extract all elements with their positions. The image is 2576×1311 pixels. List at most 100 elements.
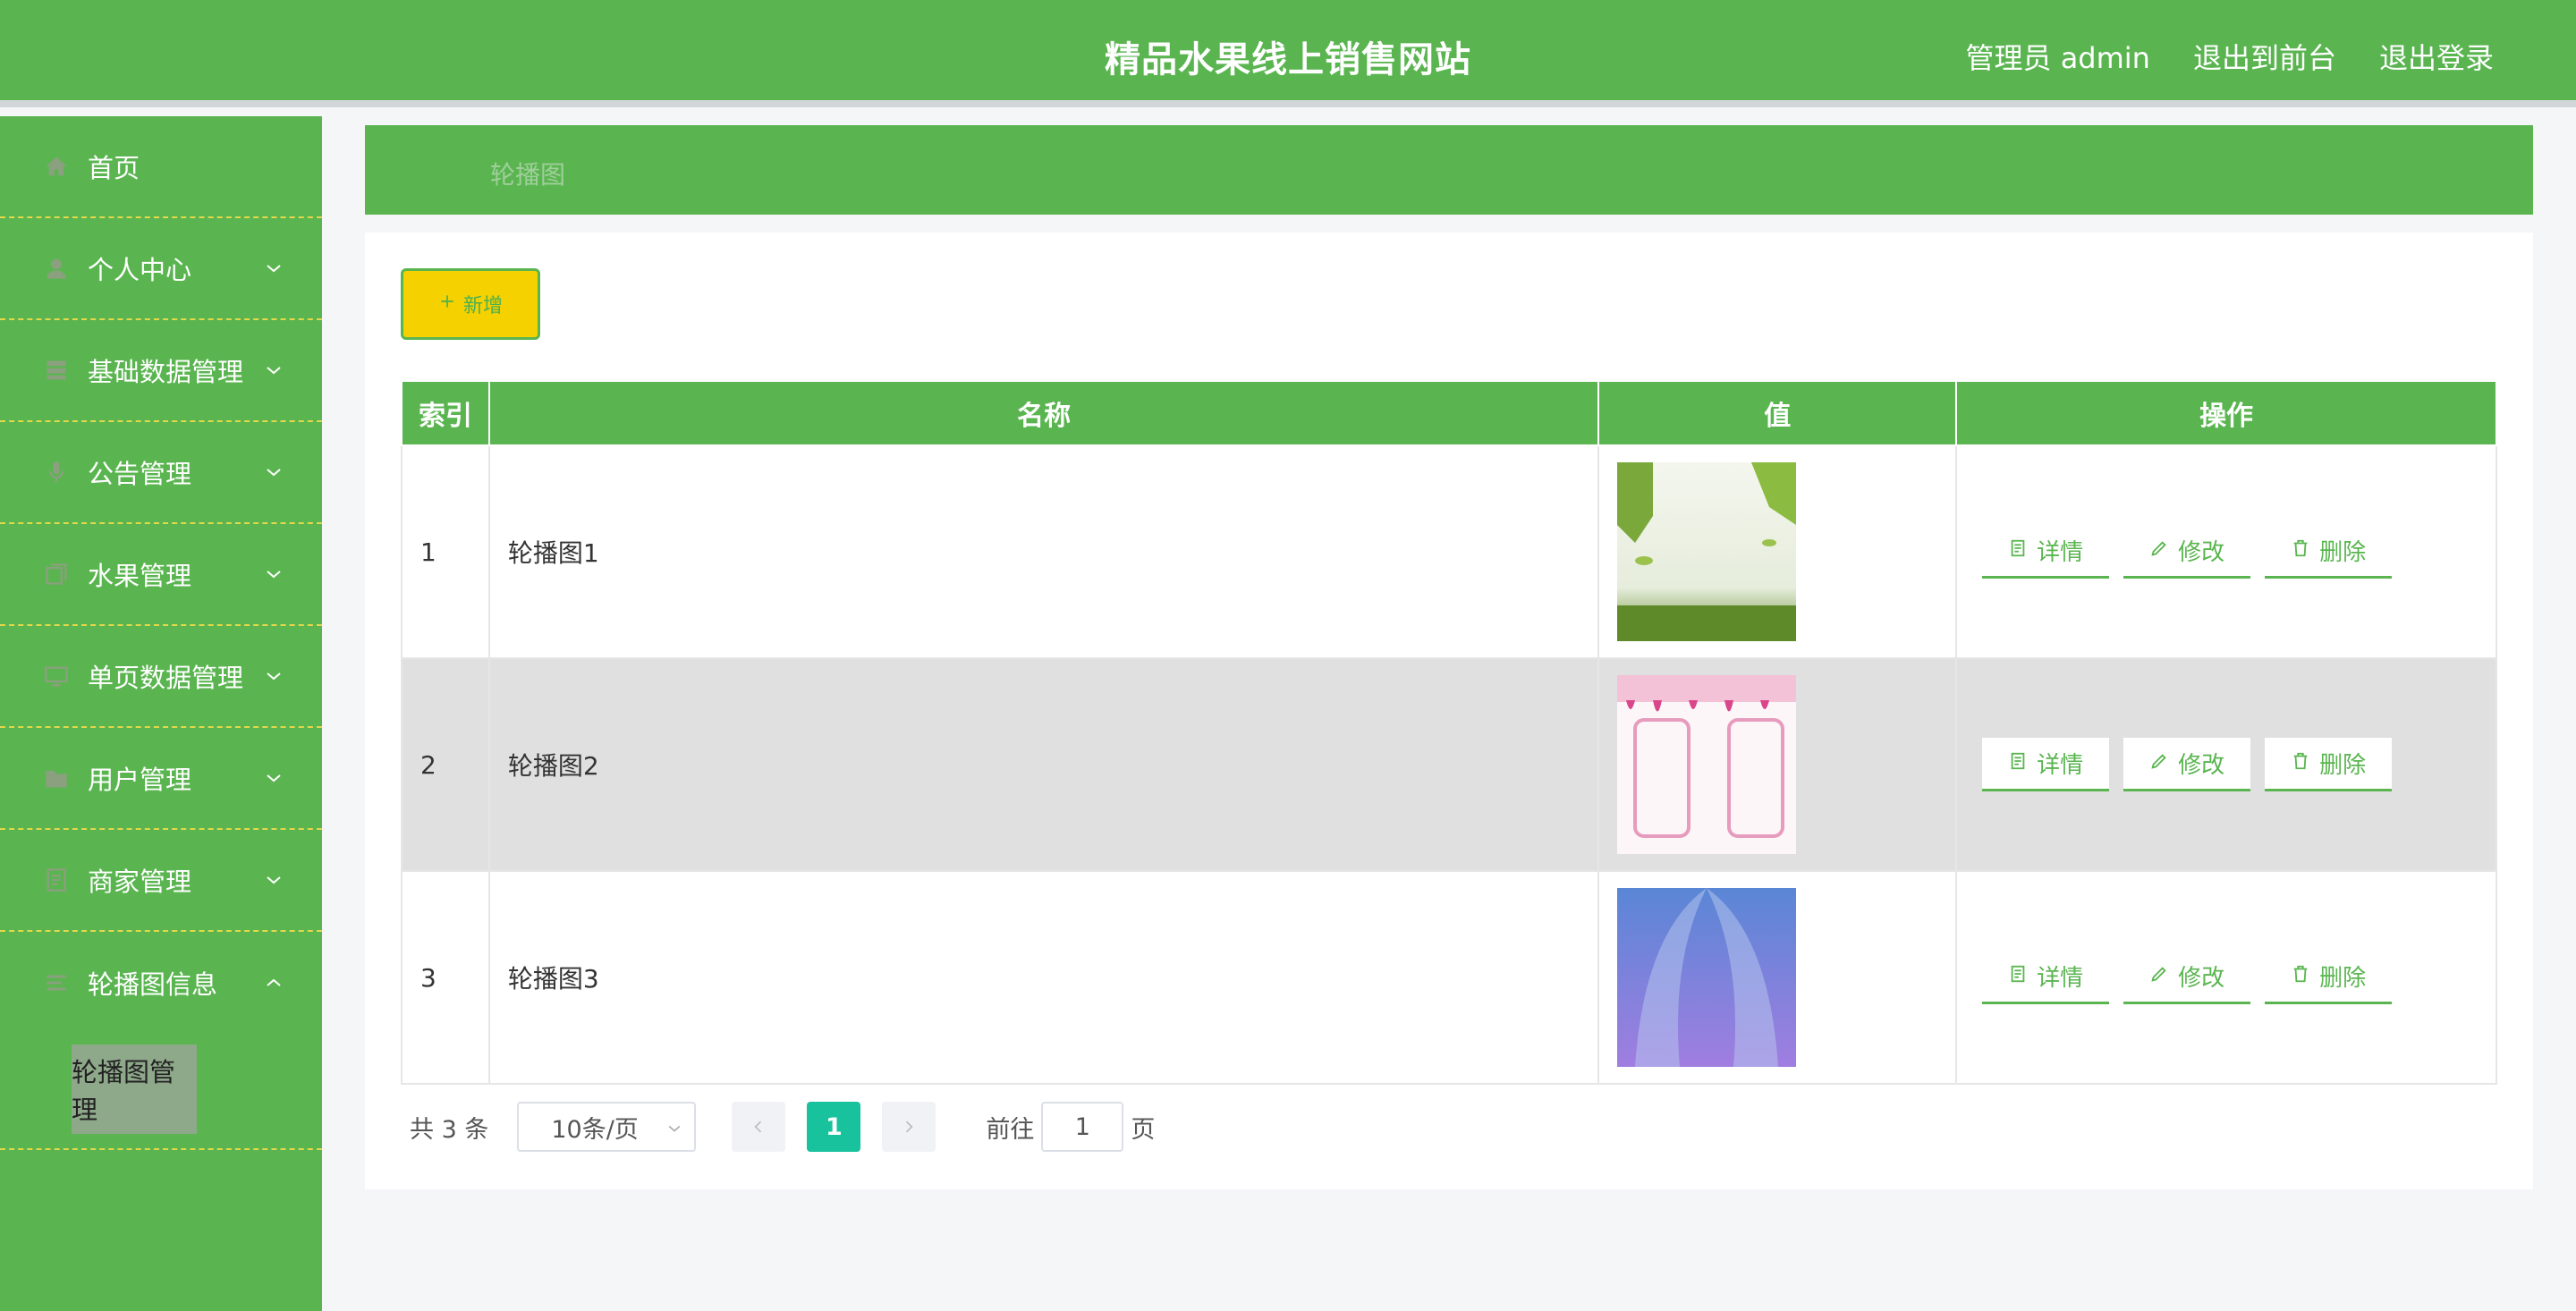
sidebar-item-carousel-info[interactable]: 轮播图信息: [0, 932, 322, 1034]
edit-label: 修改: [2178, 965, 2225, 992]
edit-button[interactable]: 修改: [2123, 738, 2251, 791]
table-row[interactable]: 2 轮播图2 详情 修改 删除: [401, 657, 2497, 872]
pagination: 共 3 条 10条/页 1 前往 页: [401, 1102, 1155, 1152]
edit-label: 修改: [2178, 539, 2225, 566]
breadcrumb: 轮播图: [365, 125, 2533, 215]
sidebar-item-label: 商家管理: [88, 867, 192, 897]
trash-icon: [2291, 963, 2310, 990]
row-image-cell: [1597, 657, 1958, 872]
admin-user-label[interactable]: 管理员 admin: [1966, 36, 2150, 77]
sidebar-item-label: 基础数据管理: [88, 357, 244, 387]
sidebar-item-label: 单页数据管理: [88, 663, 244, 693]
total-count: 共 3 条: [410, 1115, 489, 1144]
detail-button[interactable]: 详情: [1982, 525, 2110, 579]
exit-to-front-link[interactable]: 退出到前台: [2193, 36, 2336, 77]
column-header-value[interactable]: 值: [1597, 380, 1958, 446]
document-icon: [43, 867, 70, 893]
page-number-current[interactable]: 1: [807, 1102, 861, 1152]
delete-button[interactable]: 删除: [2265, 738, 2393, 791]
purple-feathers-image: [1617, 888, 1797, 1067]
delete-label: 删除: [2319, 752, 2367, 779]
detail-label: 详情: [2037, 965, 2084, 992]
goto-page-input[interactable]: [1041, 1102, 1124, 1152]
table-row[interactable]: 1 轮播图1 详情 修改 删除: [401, 444, 2497, 659]
pencil-icon: [2149, 963, 2169, 990]
page-size-select[interactable]: 10条/页: [517, 1102, 697, 1152]
sidebar-item-users[interactable]: 用户管理: [0, 728, 322, 830]
sidebar-item-merchants[interactable]: 商家管理: [0, 830, 322, 932]
microphone-icon: [43, 459, 70, 486]
table-header-row: 索引 名称 值 操作: [401, 380, 2497, 446]
edit-label: 修改: [2178, 752, 2225, 779]
green-leaves-image: [1617, 462, 1797, 641]
page-size-value: 10条/页: [551, 1115, 639, 1144]
goto-label: 前往: [986, 1115, 1035, 1144]
row-index: 3: [401, 870, 490, 1085]
sidebar-item-single-page-data[interactable]: 单页数据管理: [0, 626, 322, 728]
sidebar-item-label: 轮播图信息: [88, 969, 218, 1000]
carousel-table: 索引 名称 值 操作 1 轮播图1 详情 修改 删除 2 轮播图2 详情 修改 …: [401, 380, 2497, 1085]
delete-button[interactable]: 删除: [2265, 525, 2393, 579]
row-image-cell: [1597, 444, 1958, 659]
chevron-down-icon: [267, 469, 281, 477]
pink-frames-image: [1617, 675, 1797, 854]
delete-button[interactable]: 删除: [2265, 951, 2393, 1004]
sidebar-item-home[interactable]: 首页: [0, 116, 322, 218]
row-actions: 详情 修改 删除: [1955, 657, 2497, 872]
row-index: 2: [401, 657, 490, 872]
delete-label: 删除: [2319, 539, 2367, 566]
trash-icon: [2291, 537, 2310, 564]
sidebar-submenu: 轮播图管理: [0, 1034, 322, 1150]
sidebar-item-label: 个人中心: [88, 255, 192, 285]
row-actions: 详情 修改 删除: [1955, 444, 2497, 659]
sidebar-item-label: 用户管理: [88, 765, 192, 795]
column-header-actions: 操作: [1955, 380, 2497, 446]
column-header-name[interactable]: 名称: [487, 380, 1600, 446]
sidebar-item-announcements[interactable]: 公告管理: [0, 422, 322, 524]
add-button[interactable]: 新增: [401, 268, 540, 340]
delete-label: 删除: [2319, 965, 2367, 992]
detail-button[interactable]: 详情: [1982, 951, 2110, 1004]
list-icon: [43, 969, 70, 996]
copy-icon: [43, 561, 70, 588]
database-icon: [43, 357, 70, 384]
document-icon: [2008, 963, 2028, 990]
chevron-down-icon: [668, 1125, 681, 1132]
chevron-down-icon: [267, 774, 281, 782]
document-icon: [2008, 537, 2028, 564]
column-header-index[interactable]: 索引: [401, 380, 490, 446]
pencil-icon: [2149, 537, 2169, 564]
detail-label: 详情: [2037, 539, 2084, 566]
table-row[interactable]: 3 轮播图3 详情 修改 删除: [401, 870, 2497, 1085]
sidebar-item-label: 公告管理: [88, 459, 192, 489]
row-name: 轮播图2: [487, 657, 1600, 872]
logout-link[interactable]: 退出登录: [2379, 36, 2494, 77]
row-image-cell: [1597, 870, 1958, 1085]
detail-label: 详情: [2037, 752, 2084, 779]
detail-button[interactable]: 详情: [1982, 738, 2110, 791]
chevron-down-icon: [267, 672, 281, 681]
chevron-down-icon: [267, 876, 281, 884]
row-name: 轮播图3: [487, 870, 1600, 1085]
document-icon: [2008, 750, 2028, 777]
chevron-left-icon: [754, 1121, 762, 1133]
edit-button[interactable]: 修改: [2123, 951, 2251, 1004]
sidebar-item-fruits[interactable]: 水果管理: [0, 524, 322, 626]
next-page-button[interactable]: [882, 1102, 936, 1152]
row-name: 轮播图1: [487, 444, 1600, 659]
sidebar-item-profile[interactable]: 个人中心: [0, 218, 322, 320]
trash-icon: [2291, 750, 2310, 777]
prev-page-button[interactable]: [732, 1102, 786, 1152]
monitor-icon: [43, 663, 70, 689]
folder-icon: [43, 765, 70, 791]
header-links: 管理员 admin 退出到前台 退出登录: [1966, 36, 2494, 77]
sidebar-item-label: 首页: [88, 153, 140, 183]
chevron-right-icon: [906, 1121, 913, 1133]
row-index: 1: [401, 444, 490, 659]
main-panel: 新增 索引 名称 值 操作 1 轮播图1 详情 修改 删除 2 轮播图2 详情 …: [365, 233, 2533, 1189]
sidebar-item-base-data[interactable]: 基础数据管理: [0, 320, 322, 422]
edit-button[interactable]: 修改: [2123, 525, 2251, 579]
sidebar: 首页 个人中心 基础数据管理 公告管理 水果管理 单页数据管理 用户管理 商家管…: [0, 116, 322, 1311]
sidebar-subitem-carousel-management[interactable]: 轮播图管理: [72, 1045, 197, 1134]
row-actions: 详情 修改 删除: [1955, 870, 2497, 1085]
